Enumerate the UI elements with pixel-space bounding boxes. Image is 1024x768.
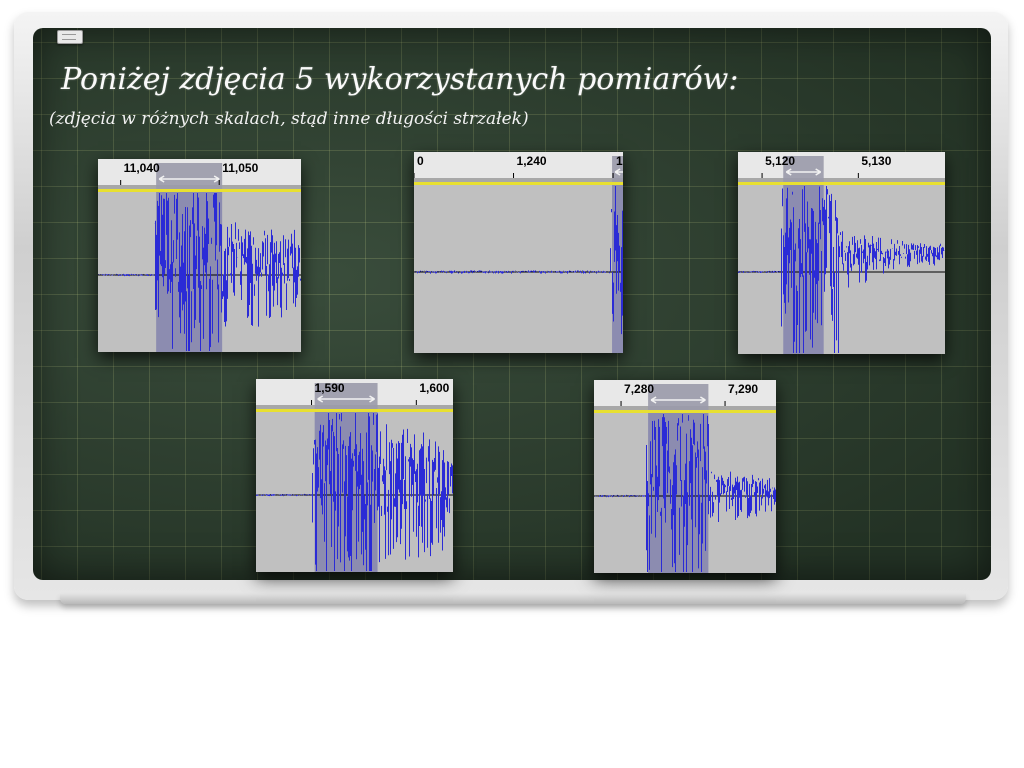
ruler-tick-label: 0 (417, 154, 424, 168)
slide-subtitle: (zdjęcia w różnych skalach, stąd inne dł… (49, 109, 529, 129)
playback-line (594, 410, 776, 413)
whiteboard-ledge (60, 594, 966, 604)
magnet-icon (57, 30, 83, 44)
ruler-tick-label: 1,240 (517, 154, 547, 168)
shot-4-svg: 1,590 1,600 (256, 379, 453, 572)
playback-line (414, 182, 623, 185)
ruler-tick-label: 11,040 (124, 161, 160, 175)
ruler-border (414, 178, 623, 182)
ruler-tick-label: 7,280 (624, 382, 654, 396)
shot-5-svg: 7,280 7,290 (594, 380, 776, 573)
playback-line (256, 409, 453, 412)
waveform-screenshot-3: 5,1205,1305,1405,1 (738, 152, 945, 354)
ruler-tick-label: 1,600 (419, 381, 449, 395)
ruler-border (738, 178, 945, 182)
shot-2-svg: 01,2401,2501,260 (414, 152, 623, 353)
ruler-tick-label: 7,290 (728, 382, 758, 396)
ruler-tick-label: 1,590 (315, 381, 345, 395)
ruler-tick-label: 1,250 (616, 154, 623, 168)
track-area (414, 185, 623, 353)
ruler-tick-label: 11,050 (222, 161, 258, 175)
ruler-tick-label: 5,130 (861, 154, 891, 168)
selection-ruler-highlight (648, 384, 709, 410)
track-area (738, 185, 945, 354)
slide-title: Poniżej zdjęcia 5 wykorzystanych pomiaró… (61, 62, 739, 97)
selection-ruler-highlight (156, 163, 223, 189)
waveform-screenshot-5: 7,280 7,290 (594, 380, 776, 573)
waveform-screenshot-2: 01,2401,2501,260 (414, 152, 623, 353)
ruler-tick-label: 5,120 (765, 154, 795, 168)
waveform-screenshot-1: 11,040 11,050 (98, 159, 301, 352)
shot-3-svg: 5,1205,1305,1405,1 (738, 152, 945, 354)
shot-1-svg: 11,040 11,050 (98, 159, 301, 352)
playback-line (98, 189, 301, 192)
waveform-screenshot-4: 1,590 1,600 (256, 379, 453, 572)
playback-line (738, 182, 945, 185)
